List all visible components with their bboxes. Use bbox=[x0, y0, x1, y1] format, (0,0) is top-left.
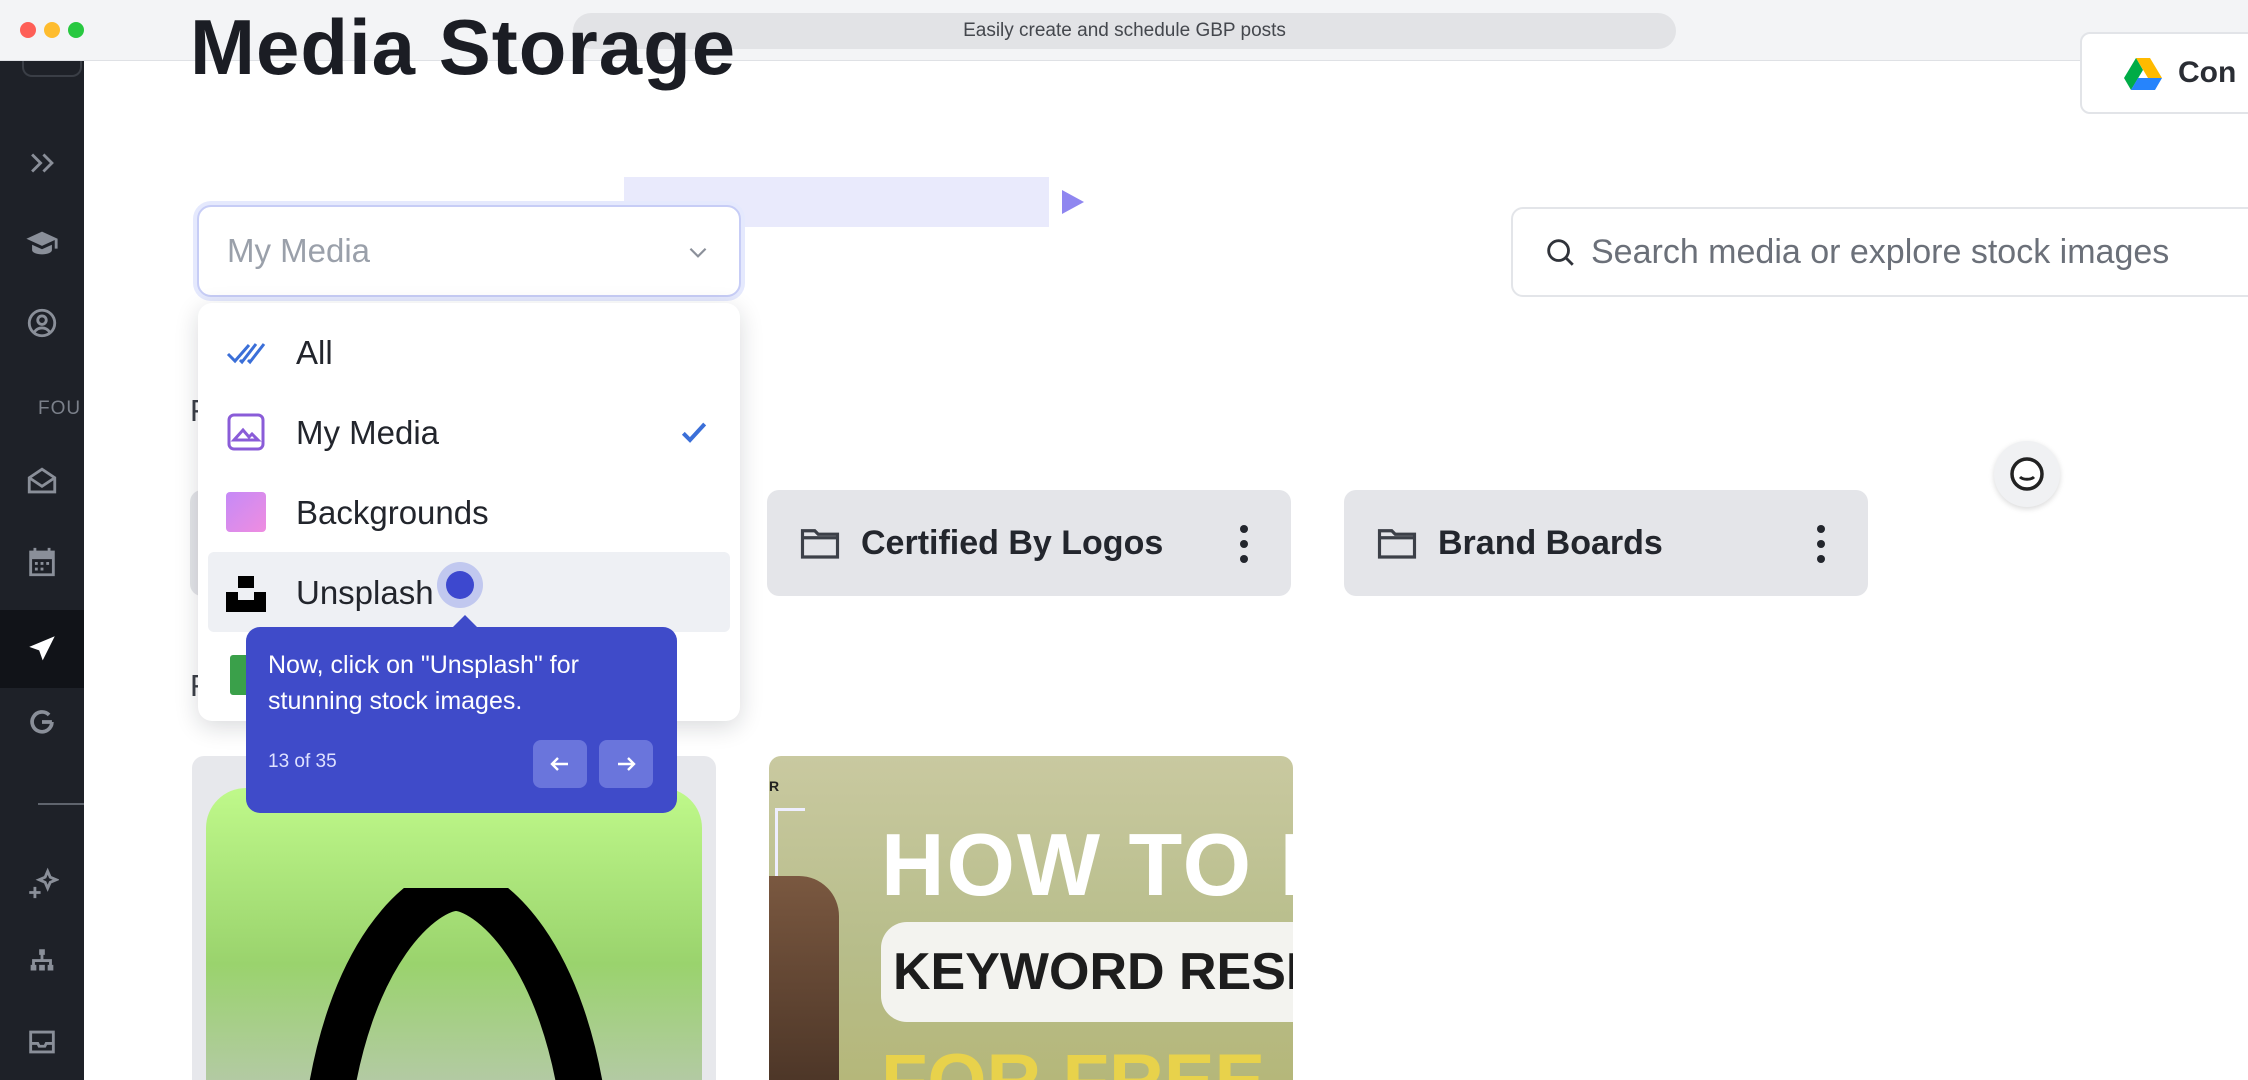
folder-card[interactable]: Certified By Logos bbox=[767, 490, 1291, 596]
thumbnail-headline: HOW TO D bbox=[881, 815, 1293, 914]
chevron-down-icon bbox=[689, 247, 707, 258]
tooltip-prev-button[interactable] bbox=[533, 740, 587, 788]
google-drive-icon bbox=[2124, 58, 2162, 90]
dropdown-item-label: My Media bbox=[296, 414, 440, 451]
dropdown-item-all[interactable]: All bbox=[208, 312, 730, 392]
sidebar-top-element[interactable] bbox=[22, 61, 82, 77]
zoom-window-button[interactable] bbox=[68, 22, 84, 38]
sidebar-divider bbox=[38, 803, 84, 805]
arrow-left-icon bbox=[550, 757, 568, 771]
double-check-icon bbox=[226, 343, 266, 365]
chat-widget-button[interactable] bbox=[1994, 441, 2060, 507]
thumbnail-tagline: FOR FREE bbox=[881, 1038, 1265, 1080]
tooltip-text: Now, click on "Unsplash" for stunning st… bbox=[268, 651, 579, 715]
user-circle-icon[interactable] bbox=[0, 298, 84, 348]
thumbnail-person bbox=[769, 876, 839, 1080]
play-icon[interactable] bbox=[1060, 188, 1086, 216]
sitemap-icon[interactable] bbox=[0, 937, 84, 987]
send-icon[interactable] bbox=[0, 610, 84, 688]
media-search-input[interactable]: Search media or explore stock images bbox=[1511, 207, 2248, 297]
sparkles-icon[interactable] bbox=[0, 859, 84, 909]
page-title: Media Storage bbox=[190, 3, 737, 91]
folder-card[interactable]: Brand Boards bbox=[1344, 490, 1868, 596]
calendar-icon[interactable] bbox=[0, 537, 84, 587]
dropdown-item-backgrounds[interactable]: Backgrounds bbox=[208, 472, 730, 552]
gradient-swatch-icon bbox=[226, 492, 266, 532]
google-icon[interactable] bbox=[0, 697, 84, 747]
folder-name: Certified By Logos bbox=[861, 523, 1164, 562]
close-window-button[interactable] bbox=[20, 22, 36, 38]
address-bar[interactable]: Easily create and schedule GBP posts bbox=[573, 13, 1676, 49]
expand-sidebar-icon[interactable] bbox=[0, 138, 84, 188]
more-options-icon[interactable] bbox=[1239, 524, 1249, 564]
search-icon bbox=[1547, 239, 1574, 266]
graduation-cap-icon[interactable] bbox=[0, 218, 84, 268]
click-target-indicator bbox=[437, 562, 483, 608]
dropdown-item-label: All bbox=[296, 334, 333, 371]
connect-drive-label: Con bbox=[2178, 56, 2237, 89]
search-placeholder: Search media or explore stock images bbox=[1591, 232, 2170, 271]
media-source-value: My Media bbox=[227, 232, 371, 269]
media-thumbnail[interactable]: R HOW TO D KEYWORD RESEARC FOR FREE bbox=[769, 756, 1293, 1080]
unsplash-logo-icon bbox=[226, 576, 266, 612]
thumbnail-subheadline: KEYWORD RESEARC bbox=[893, 943, 1293, 1001]
image-icon bbox=[227, 413, 265, 451]
envelope-icon[interactable] bbox=[0, 457, 84, 507]
minimize-window-button[interactable] bbox=[44, 22, 60, 38]
check-icon bbox=[681, 422, 707, 443]
logo-shape bbox=[309, 888, 603, 1080]
folder-name: Brand Boards bbox=[1438, 523, 1663, 562]
tooltip-step-counter: 13 of 35 bbox=[268, 751, 337, 772]
connect-drive-button[interactable]: Con bbox=[2080, 32, 2248, 114]
logo-image bbox=[206, 788, 702, 1080]
dropdown-item-label: Backgrounds bbox=[296, 494, 489, 531]
sidebar-section-label: FOU bbox=[38, 398, 82, 419]
sidebar: FOU bbox=[0, 61, 84, 1080]
media-source-select[interactable]: My Media bbox=[197, 205, 741, 297]
dropdown-item-my-media[interactable]: My Media bbox=[208, 392, 730, 472]
guide-tooltip: Now, click on "Unsplash" for stunning st… bbox=[246, 615, 677, 813]
folder-icon bbox=[1377, 529, 1417, 559]
dropdown-item-label: Unsplash bbox=[296, 574, 434, 611]
folder-icon bbox=[800, 529, 840, 559]
thumbnail-corner-text: R bbox=[769, 778, 780, 794]
tooltip-next-button[interactable] bbox=[599, 740, 653, 788]
chat-face-icon bbox=[2010, 457, 2044, 491]
inbox-icon[interactable] bbox=[0, 1017, 84, 1067]
more-options-icon[interactable] bbox=[1816, 524, 1826, 564]
arrow-right-icon bbox=[618, 757, 636, 771]
